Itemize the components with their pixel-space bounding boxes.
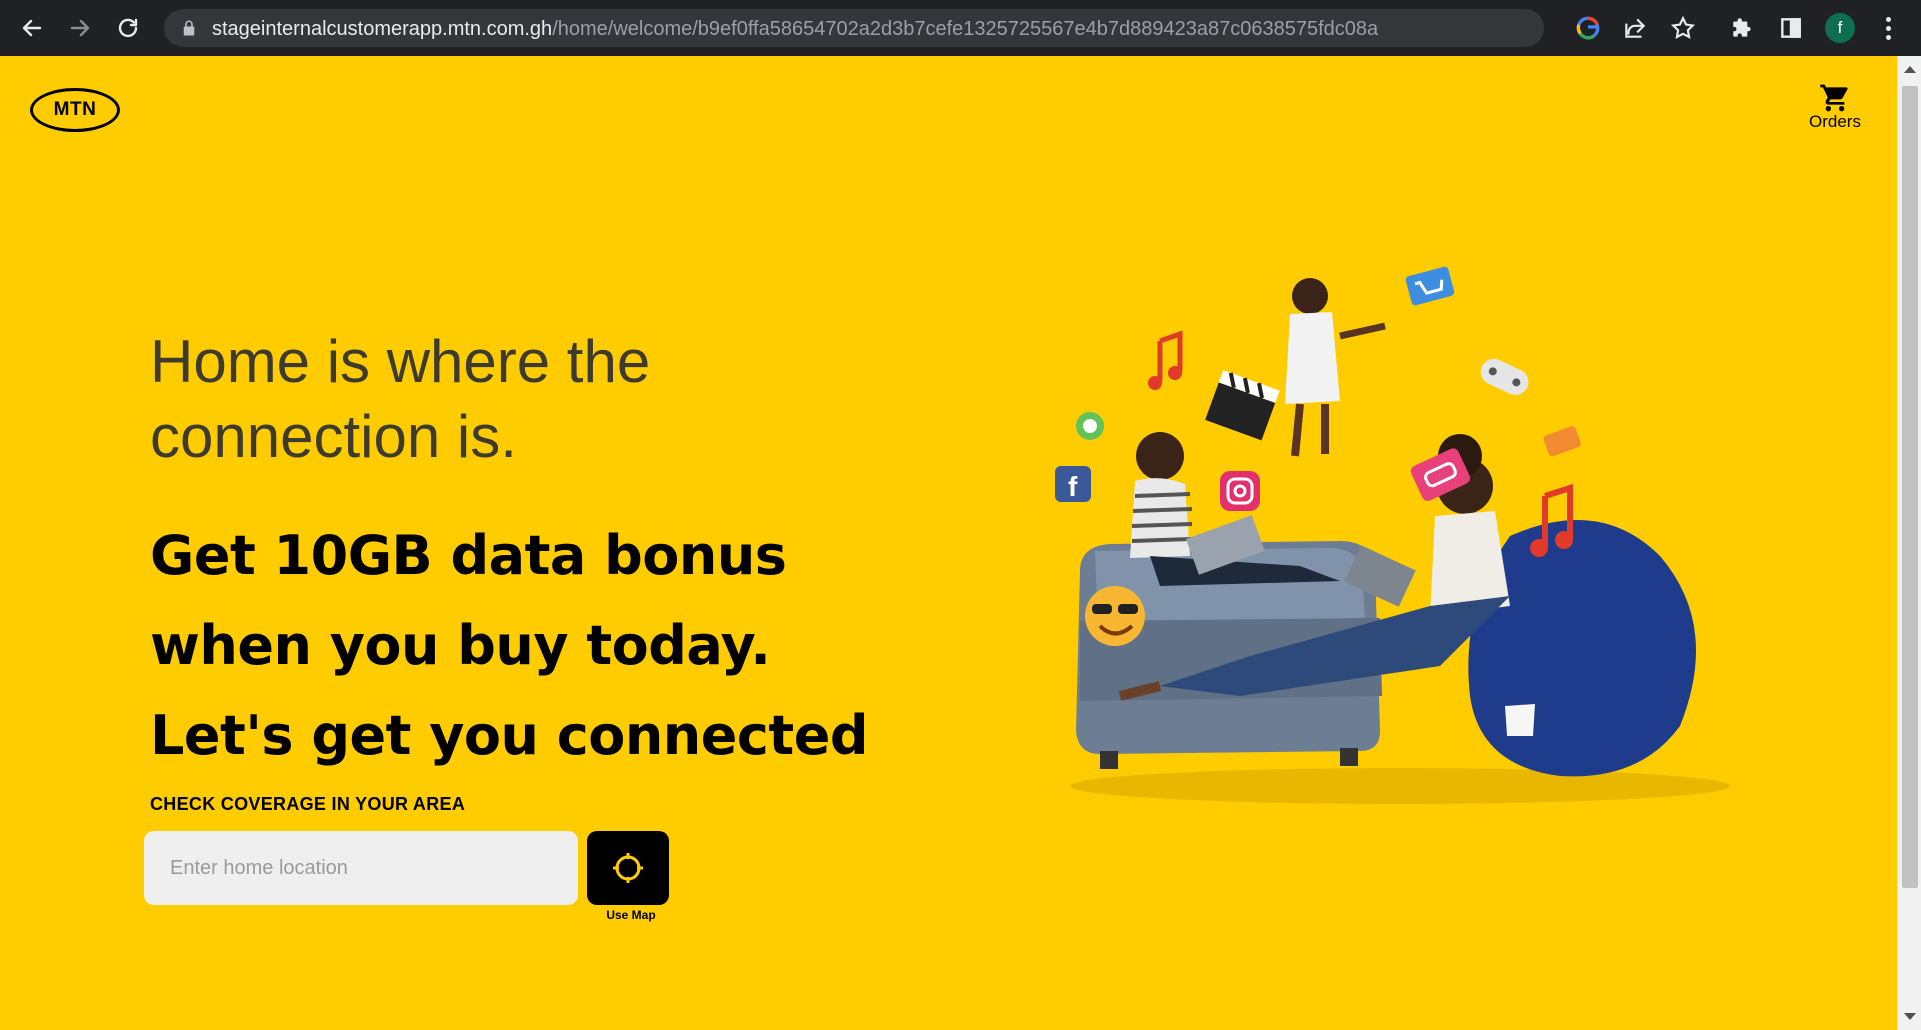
url-host: stageinternalcustomerapp.mtn.com.gh: [212, 18, 553, 40]
arrow-right-icon: [70, 19, 90, 37]
chat-bubble-icon: [1076, 412, 1104, 440]
reload-icon: [118, 18, 138, 38]
orders-button[interactable]: Orders: [1800, 82, 1870, 142]
profile-avatar[interactable]: f: [1825, 13, 1855, 43]
use-map-label: Use Map: [606, 908, 656, 922]
promo-line1: Get 10GB data bonus: [150, 524, 787, 587]
browser-toolbar: stageinternalcustomerapp.mtn.com.gh/home…: [0, 0, 1921, 56]
music-note-icon: [1148, 330, 1183, 390]
use-map-button[interactable]: [587, 831, 669, 905]
promo-text: Get 10GB data bonus when you buy today. …: [150, 511, 910, 781]
facebook-icon: f: [1055, 466, 1091, 502]
hero-title-line2: connection is.: [150, 403, 517, 470]
svg-text:f: f: [1068, 471, 1078, 502]
orders-label: Orders: [1809, 112, 1861, 131]
lock-icon: [180, 19, 198, 37]
side-panel-icon[interactable]: [1777, 14, 1805, 42]
shopping-cart-icon: [1405, 266, 1455, 306]
browser-menu-icon[interactable]: [1880, 14, 1896, 42]
hero-illustration: f: [1055, 266, 1730, 804]
share-icon[interactable]: [1621, 14, 1649, 42]
bookmark-star-icon[interactable]: [1669, 14, 1697, 42]
url-path: /home/welcome/b9ef0ffa58654702a2d3b7cefe…: [552, 18, 1379, 40]
address-bar[interactable]: stageinternalcustomerapp.mtn.com.gh/home…: [164, 9, 1544, 47]
cart-icon: [1820, 84, 1848, 112]
home-location-input[interactable]: [144, 831, 578, 905]
promo-line2: when you buy today.: [150, 614, 771, 677]
scroll-down-arrow-icon[interactable]: [1904, 1013, 1916, 1020]
coverage-label: CHECK COVERAGE IN YOUR AREA: [150, 794, 466, 814]
instagram-icon: [1220, 471, 1260, 511]
url-text[interactable]: stageinternalcustomerapp.mtn.com.gh/home…: [212, 18, 1378, 40]
extensions-puzzle-icon[interactable]: [1729, 14, 1757, 42]
forward-button[interactable]: [64, 12, 96, 44]
reload-button[interactable]: [112, 12, 144, 44]
crosshair-icon: [613, 853, 643, 883]
promo-line3: Let's get you connected: [150, 704, 868, 767]
scrollbar-thumb[interactable]: [1902, 86, 1918, 888]
clapperboard-icon: [1205, 370, 1280, 441]
game-controller-icon: [1480, 358, 1529, 395]
tag-icon: [1543, 426, 1581, 457]
hero-title-line1: Home is where the: [150, 328, 651, 395]
hero-title: Home is where the connection is.: [150, 324, 910, 474]
scroll-up-arrow-icon[interactable]: [1904, 66, 1916, 73]
arrow-left-icon: [22, 19, 42, 37]
google-lens-icon[interactable]: [1574, 14, 1602, 42]
sunglasses-emoji-icon: [1085, 586, 1145, 646]
back-button[interactable]: [16, 12, 48, 44]
page-viewport: MTN Orders Home is where the connection …: [0, 56, 1921, 1030]
child-jumping-image: [1285, 278, 1386, 457]
page-scrollbar[interactable]: [1897, 56, 1921, 1030]
mtn-logo[interactable]: MTN: [30, 88, 120, 132]
